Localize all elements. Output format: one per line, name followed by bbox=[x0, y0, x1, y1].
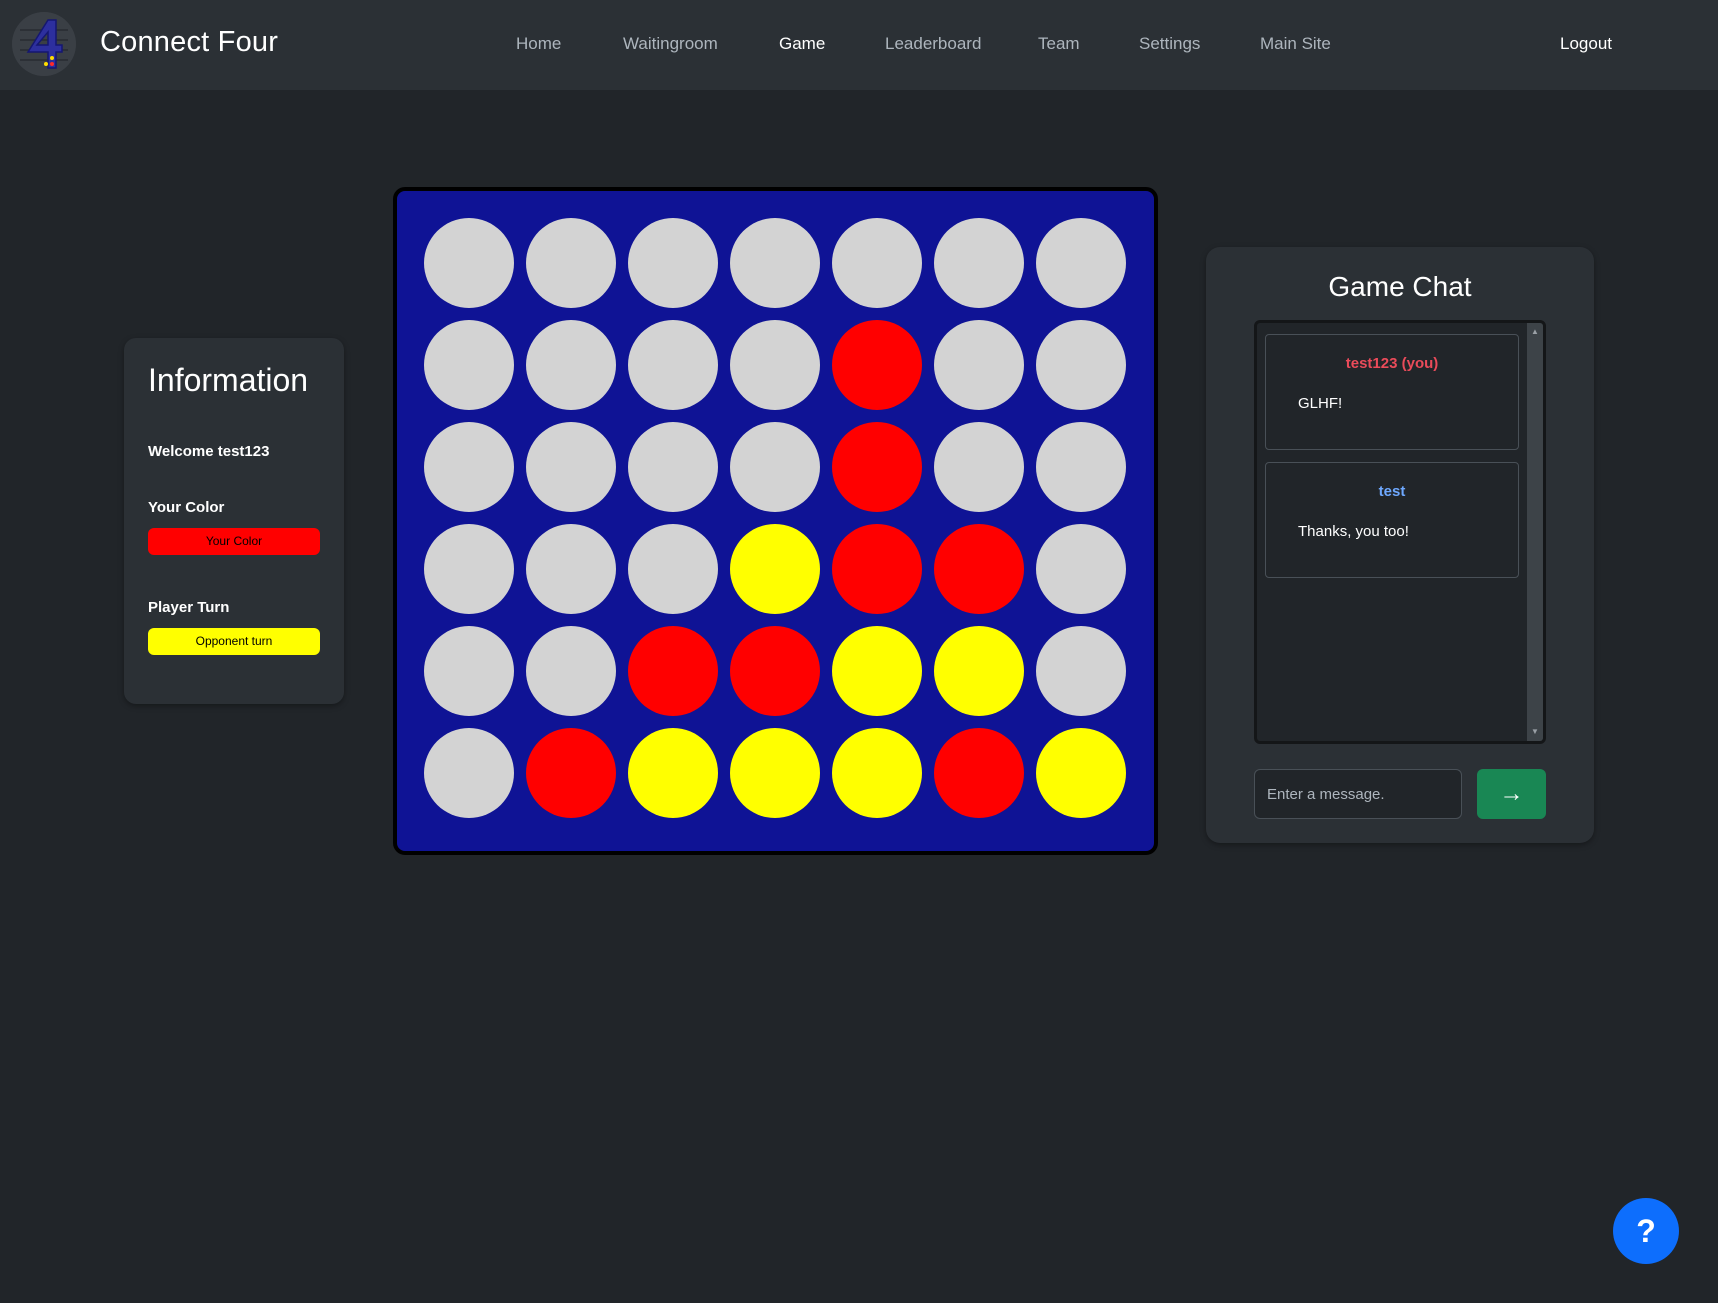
game-board bbox=[393, 187, 1158, 855]
board-cell-empty[interactable] bbox=[730, 218, 820, 308]
send-message-button[interactable]: → bbox=[1477, 769, 1546, 819]
board-cell-empty[interactable] bbox=[526, 422, 616, 512]
board-cell-empty[interactable] bbox=[1036, 626, 1126, 716]
nav-leaderboard[interactable]: Leaderboard bbox=[885, 34, 981, 54]
scroll-up-icon[interactable]: ▲ bbox=[1527, 325, 1543, 339]
board-cell-red[interactable] bbox=[832, 422, 922, 512]
board-cell-red[interactable] bbox=[832, 320, 922, 410]
information-panel: Information Welcome test123 Your Color Y… bbox=[124, 338, 344, 704]
nav-waitingroom[interactable]: Waitingroom bbox=[623, 34, 718, 54]
help-icon[interactable]: ? bbox=[1613, 1198, 1679, 1264]
board-cell-yellow[interactable] bbox=[832, 728, 922, 818]
board-cell-empty[interactable] bbox=[424, 422, 514, 512]
board-cell-red[interactable] bbox=[934, 524, 1024, 614]
chat-message-input[interactable] bbox=[1254, 769, 1462, 819]
brand-title[interactable]: Connect Four bbox=[100, 26, 278, 59]
chat-message: test123 (you) GLHF! bbox=[1265, 334, 1519, 450]
board-cell-red[interactable] bbox=[628, 626, 718, 716]
board-cell-empty[interactable] bbox=[628, 524, 718, 614]
board-cell-empty[interactable] bbox=[730, 320, 820, 410]
nav-game[interactable]: Game bbox=[779, 34, 825, 54]
your-color-label: Your Color bbox=[148, 499, 225, 516]
board-cell-empty[interactable] bbox=[526, 524, 616, 614]
your-color-badge: Your Color bbox=[148, 528, 320, 555]
board-cell-yellow[interactable] bbox=[832, 626, 922, 716]
board-cell-empty[interactable] bbox=[934, 320, 1024, 410]
board-cell-empty[interactable] bbox=[424, 218, 514, 308]
nav-settings[interactable]: Settings bbox=[1139, 34, 1200, 54]
information-title: Information bbox=[148, 362, 309, 398]
chat-message: test Thanks, you too! bbox=[1265, 462, 1519, 578]
board-cell-red[interactable] bbox=[730, 626, 820, 716]
board-cell-yellow[interactable] bbox=[730, 524, 820, 614]
board-cell-empty[interactable] bbox=[730, 422, 820, 512]
player-turn-badge: Opponent turn bbox=[148, 628, 320, 655]
board-cell-red[interactable] bbox=[934, 728, 1024, 818]
board-cell-empty[interactable] bbox=[424, 320, 514, 410]
board-cell-yellow[interactable] bbox=[730, 728, 820, 818]
board-cell-empty[interactable] bbox=[424, 728, 514, 818]
board-cell-empty[interactable] bbox=[1036, 524, 1126, 614]
board-cell-yellow[interactable] bbox=[934, 626, 1024, 716]
board-cell-empty[interactable] bbox=[526, 320, 616, 410]
chat-messages-box[interactable]: test123 (you) GLHF! test Thanks, you too… bbox=[1254, 320, 1546, 744]
nav-home[interactable]: Home bbox=[516, 34, 561, 54]
board-cell-yellow[interactable] bbox=[628, 728, 718, 818]
board-cell-red[interactable] bbox=[526, 728, 616, 818]
board-cell-empty[interactable] bbox=[832, 218, 922, 308]
chat-title: Game Chat bbox=[1328, 271, 1472, 302]
chat-message-user: test bbox=[1378, 483, 1406, 500]
navbar: Connect Four Home Waitingroom Game Leade… bbox=[0, 0, 1718, 90]
chat-message-user: test123 (you) bbox=[1345, 355, 1439, 372]
board-cell-red[interactable] bbox=[832, 524, 922, 614]
chat-message-text: Thanks, you too! bbox=[1298, 523, 1409, 540]
nav-main-site[interactable]: Main Site bbox=[1260, 34, 1331, 54]
board-cell-empty[interactable] bbox=[628, 218, 718, 308]
board-cell-empty[interactable] bbox=[1036, 422, 1126, 512]
chat-scrollbar[interactable]: ▲ ▼ bbox=[1527, 323, 1543, 741]
nav-team[interactable]: Team bbox=[1038, 34, 1080, 54]
board-cell-empty[interactable] bbox=[628, 320, 718, 410]
board-cell-empty[interactable] bbox=[934, 218, 1024, 308]
logout-link[interactable]: Logout bbox=[1560, 34, 1612, 54]
board-cell-empty[interactable] bbox=[1036, 320, 1126, 410]
game-chat-panel: Game Chat test123 (you) GLHF! test Thank… bbox=[1206, 247, 1594, 843]
board-cell-empty[interactable] bbox=[526, 218, 616, 308]
board-cell-yellow[interactable] bbox=[1036, 728, 1126, 818]
board-cell-empty[interactable] bbox=[526, 626, 616, 716]
board-cell-empty[interactable] bbox=[1036, 218, 1126, 308]
board-cell-empty[interactable] bbox=[934, 422, 1024, 512]
scroll-down-icon[interactable]: ▼ bbox=[1527, 725, 1543, 739]
player-turn-label: Player Turn bbox=[148, 599, 230, 616]
board-cell-empty[interactable] bbox=[424, 626, 514, 716]
welcome-text: Welcome test123 bbox=[148, 443, 270, 460]
connect-four-logo-icon[interactable] bbox=[12, 12, 76, 76]
chat-message-text: GLHF! bbox=[1298, 395, 1343, 412]
board-cell-empty[interactable] bbox=[424, 524, 514, 614]
board-cell-empty[interactable] bbox=[628, 422, 718, 512]
